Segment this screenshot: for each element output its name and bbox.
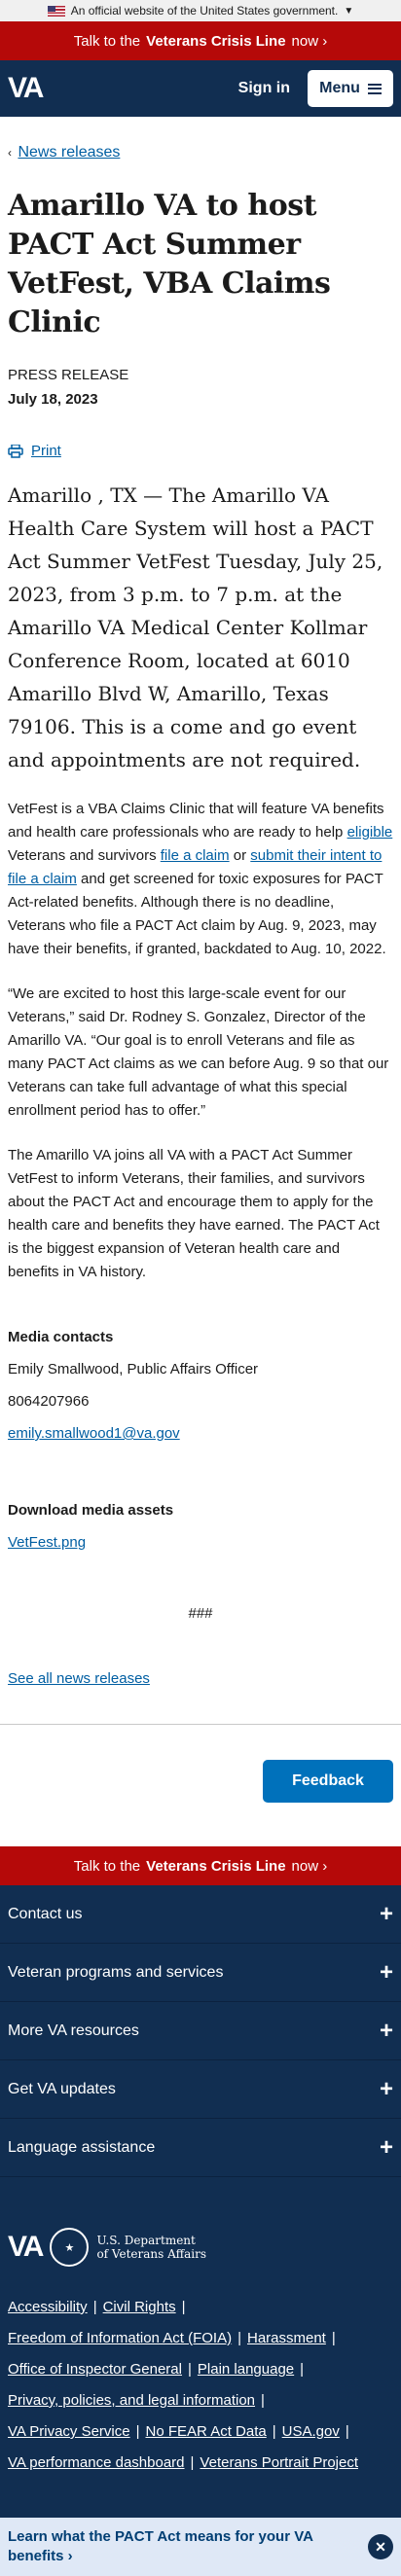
footer-link[interactable]: USA.gov [282,2423,340,2440]
main-content: ‹ News releases Amarillo VA to host PACT… [0,144,401,1687]
pact-act-banner-text: Learn what the PACT Act means for your V… [8,2528,313,2564]
footer-link[interactable]: Civil Rights [103,2299,176,2315]
footer-brand[interactable]: VA ★ U.S. Department of Veterans Affairs [8,2228,393,2267]
p1-text-c: or [229,847,251,864]
va-seal-icon: ★ [50,2228,90,2267]
chevron-down-icon: ▼ [344,5,354,17]
file-a-claim-link[interactable]: file a claim [161,847,230,864]
footer-accordion-resources[interactable]: More VA resources + [0,2002,401,2060]
crisis-prefix: Talk to the [73,32,141,50]
feedback-area: Feedback [0,1725,401,1846]
see-all-news-releases-link[interactable]: See all news releases [8,1670,150,1687]
sign-in-button[interactable]: Sign in [238,80,290,97]
breadcrumb: ‹ News releases [8,144,393,161]
contact-phone: 8064207966 [8,1393,90,1410]
footer-accordion-updates[interactable]: Get VA updates + [0,2060,401,2119]
site-header: VA Sign in Menu [0,60,401,117]
official-website-banner[interactable]: An official website of the United States… [0,0,401,21]
media-asset-link[interactable]: VetFest.png [8,1534,86,1551]
crisis-suffix: now › [291,32,328,50]
media-contacts-heading: Media contacts [8,1329,114,1345]
footer-crisis-strong: Veterans Crisis Line [146,1857,286,1875]
footer-link[interactable]: VA Privacy Service [8,2423,130,2440]
chevron-left-icon: ‹ [8,146,12,160]
menu-label: Menu [319,80,360,96]
footer-link[interactable]: Plain language [198,2361,294,2378]
footer-link[interactable]: Accessibility [8,2299,88,2315]
footer-links: Accessibility | Civil Rights | Freedom of I… [8,2299,358,2471]
footer-link[interactable]: Veterans Portrait Project [200,2454,358,2471]
menu-button[interactable]: Menu [308,70,393,107]
eligible-link[interactable]: eligible [347,824,393,841]
footer-link[interactable]: Office of Inspector General [8,2361,182,2378]
accordion-label: Language assistance [8,2138,156,2156]
print-button[interactable]: Print [8,443,393,459]
va-logo[interactable]: VA [8,72,44,105]
footer-accordion-programs[interactable]: Veteran programs and services + [0,1944,401,2002]
footer-crisis-line-bar[interactable]: Talk to the Veterans Crisis Line now › [0,1846,401,1885]
pact-act-banner[interactable]: Learn what the PACT Act means for your V… [0,2518,401,2576]
veterans-crisis-line-bar[interactable]: Talk to the Veterans Crisis Line now › [0,21,401,60]
feedback-button[interactable]: Feedback [263,1760,393,1803]
media-assets-heading: Download media assets [8,1502,174,1519]
site-footer: Talk to the Veterans Crisis Line now › C… [0,1846,401,2576]
p1-text-a: VetFest is a VBA Claims Clinic that will… [8,801,384,841]
plus-icon: + [379,2017,393,2044]
press-release-kicker: PRESS RELEASE [8,367,129,383]
contact-email-link[interactable]: emily.smallwood1@va.gov [8,1425,180,1442]
print-link[interactable]: Print [31,443,61,459]
p1-text-b: Veterans and survivors [8,847,161,864]
footer-link[interactable]: Freedom of Information Act (FOIA) [8,2330,232,2346]
footer-link[interactable]: Privacy, policies, and legal information [8,2392,255,2409]
us-flag-icon [47,5,65,17]
accordion-label: More VA resources [8,2021,139,2039]
release-date: July 18, 2023 [8,391,98,408]
crisis-strong: Veterans Crisis Line [146,32,286,50]
footer-link[interactable]: VA performance dashboard [8,2454,185,2471]
accordion-label: Get VA updates [8,2080,116,2097]
footer-va-logo: VA [8,2231,44,2263]
official-website-text: An official website of the United States… [70,4,339,18]
lead-paragraph: Amarillo , TX — The Amarillo VA Health C… [8,483,383,771]
end-mark: ### [188,1605,213,1622]
footer-link[interactable]: Harassment [247,2330,326,2346]
accordion-label: Veteran programs and services [8,1963,224,1981]
hamburger-icon [367,83,382,94]
close-icon[interactable]: ✕ [368,2534,393,2559]
footer-link[interactable]: No FEAR Act Data [146,2423,267,2440]
page-title: Amarillo VA to host PACT Act Summer VetF… [8,189,331,340]
body-paragraph-1: VetFest is a VBA Claims Clinic that will… [8,798,393,961]
breadcrumb-news-releases-link[interactable]: News releases [18,144,120,161]
printer-icon [8,444,23,458]
footer-accordion-language[interactable]: Language assistance + [0,2119,401,2177]
plus-icon: + [379,2133,393,2161]
footer-accordion-contact-us[interactable]: Contact us + [0,1885,401,1944]
plus-icon: + [379,1900,393,1927]
accordion-label: Contact us [8,1905,83,1922]
dept-line-2: of Veterans Affairs [96,2247,206,2261]
dept-line-1: U.S. Department [96,2234,196,2247]
contact-name: Emily Smallwood, Public Affairs Officer [8,1361,259,1377]
plus-icon: + [379,1958,393,1986]
plus-icon: + [379,2075,393,2102]
body-paragraph-2: “We are excited to host this large-scale… [8,985,389,1119]
body-paragraph-3: The Amarillo VA joins all VA with a PACT… [8,1147,380,1280]
footer-crisis-suffix: now › [291,1857,328,1875]
department-name: U.S. Department of Veterans Affairs [96,2234,206,2261]
footer-crisis-prefix: Talk to the [73,1857,141,1875]
